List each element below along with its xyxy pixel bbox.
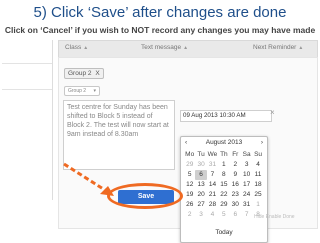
weekday-label: Th xyxy=(220,151,228,158)
calendar-day[interactable]: 4 xyxy=(252,160,263,170)
today-button[interactable]: Today xyxy=(181,229,267,236)
calendar-day[interactable]: 7 xyxy=(241,210,252,220)
calendar-day[interactable]: 3 xyxy=(195,210,206,220)
calendar-header: ‹ August 2013 › xyxy=(181,139,267,149)
calendar-day[interactable]: 19 xyxy=(184,190,195,200)
calendar-day[interactable]: 1 xyxy=(218,160,229,170)
clear-date-icon[interactable]: × xyxy=(270,108,275,117)
calendar-weekday-row: Mo Tu We Th Fr Sa Su xyxy=(184,150,264,160)
calendar-day[interactable]: 24 xyxy=(241,190,252,200)
calendar-day[interactable]: 23 xyxy=(230,190,241,200)
calendar-day[interactable]: 14 xyxy=(207,180,218,190)
calendar-day[interactable]: 29 xyxy=(184,160,195,170)
calendar-day[interactable]: 2 xyxy=(184,210,195,220)
sort-caret-icon: ▲ xyxy=(183,45,189,51)
weekday-label: Tu xyxy=(197,151,205,158)
date-time-field[interactable]: 09 Aug 2013 10:30 AM xyxy=(180,110,272,122)
group-tag: Group 2 X xyxy=(64,68,104,79)
column-header-text-message[interactable]: Text message ▲ xyxy=(141,44,188,51)
weekday-label: Sa xyxy=(242,151,251,158)
calendar-grid: Mo Tu We Th Fr Sa Su 29 30 31 1 2 3 4 5 6 7 8 9 10 11 12 13 14 1… xyxy=(184,150,264,220)
column-header-label: Text message xyxy=(141,44,182,51)
column-header-label: Class xyxy=(65,44,82,51)
calendar-day[interactable]: 5 xyxy=(184,170,195,180)
calendar-day[interactable]: 11 xyxy=(252,170,263,180)
column-header-label: Next Reminder xyxy=(253,44,297,51)
next-month-icon[interactable]: › xyxy=(261,139,263,146)
calendar-day[interactable]: 27 xyxy=(195,200,206,210)
calendar-day[interactable]: 10 xyxy=(241,170,252,180)
calendar-day[interactable]: 13 xyxy=(195,180,206,190)
calendar-day[interactable]: 7 xyxy=(207,170,218,180)
calendar-day[interactable]: 22 xyxy=(218,190,229,200)
left-column xyxy=(2,40,53,200)
calendar-day[interactable]: 3 xyxy=(241,160,252,170)
weekday-label: Fr xyxy=(232,151,239,158)
weekday-label: Su xyxy=(254,151,263,158)
left-column-divider xyxy=(2,89,52,90)
group-dropdown[interactable]: Group 2 ▾ xyxy=(64,86,100,96)
calendar-day[interactable]: 15 xyxy=(218,180,229,190)
calendar-day[interactable]: 20 xyxy=(195,190,206,200)
column-header-next-reminder[interactable]: Next Reminder ▲ xyxy=(253,44,303,51)
calendar-day[interactable]: 6 xyxy=(230,210,241,220)
calendar-day[interactable]: 2 xyxy=(230,160,241,170)
calendar-day[interactable]: 30 xyxy=(195,160,206,170)
calendar-day[interactable]: 8 xyxy=(218,170,229,180)
date-picker-calendar: ‹ August 2013 › Mo Tu We Th Fr Sa Su 29 30 31 1 2 3 4… xyxy=(180,136,268,243)
calendar-day[interactable]: 16 xyxy=(230,180,241,190)
calendar-day[interactable]: 6 xyxy=(195,170,207,180)
calendar-day[interactable]: 1 xyxy=(252,200,263,210)
calendar-day[interactable]: 30 xyxy=(230,200,241,210)
calendar-day[interactable]: 12 xyxy=(184,180,195,190)
calendar-week-row: 12 13 14 15 16 17 18 xyxy=(184,180,264,190)
calendar-month-label: August 2013 xyxy=(205,139,243,146)
column-header-class[interactable]: Class ▲ xyxy=(65,44,88,51)
group-dropdown-value: Group 2 xyxy=(68,88,87,94)
calendar-day[interactable]: 26 xyxy=(184,200,195,210)
slide-title: 5) Click ‘Save’ after changes are done xyxy=(33,4,287,21)
footer-links: Hide Enable Done xyxy=(254,214,295,220)
calendar-day[interactable]: 4 xyxy=(207,210,218,220)
calendar-week-row: 29 30 31 1 2 3 4 xyxy=(184,160,264,170)
calendar-week-row: 19 20 21 22 23 24 25 xyxy=(184,190,264,200)
calendar-week-row: 26 27 28 29 30 31 1 xyxy=(184,200,264,210)
remove-tag-icon[interactable]: X xyxy=(95,70,99,77)
weekday-label: We xyxy=(207,151,218,158)
chevron-down-icon: ▾ xyxy=(93,88,96,94)
table-header: Class ▲ Text message ▲ Next Reminder ▲ xyxy=(58,40,318,58)
sort-caret-icon: ▲ xyxy=(83,45,89,51)
calendar-day[interactable]: 31 xyxy=(241,200,252,210)
calendar-day[interactable]: 28 xyxy=(207,200,218,210)
calendar-week-row: 2345678 xyxy=(184,210,264,220)
calendar-day[interactable]: 21 xyxy=(207,190,218,200)
calendar-day[interactable]: 5 xyxy=(218,210,229,220)
calendar-day[interactable]: 17 xyxy=(241,180,252,190)
calendar-week-row: 5 6 7 8 9 10 11 xyxy=(184,170,264,180)
calendar-day[interactable]: 18 xyxy=(252,180,263,190)
calendar-day[interactable]: 31 xyxy=(207,160,218,170)
weekday-label: Mo xyxy=(185,151,195,158)
calendar-day[interactable]: 25 xyxy=(252,190,263,200)
slide-subtitle: Click on ‘Cancel’ if you wish to NOT rec… xyxy=(4,25,316,35)
sort-caret-icon: ▲ xyxy=(298,45,304,51)
highlight-circle xyxy=(107,183,183,209)
calendar-day[interactable]: 29 xyxy=(218,200,229,210)
group-tag-label: Group 2 xyxy=(68,70,92,77)
left-column-divider xyxy=(2,63,52,64)
calendar-day[interactable]: 9 xyxy=(230,170,241,180)
